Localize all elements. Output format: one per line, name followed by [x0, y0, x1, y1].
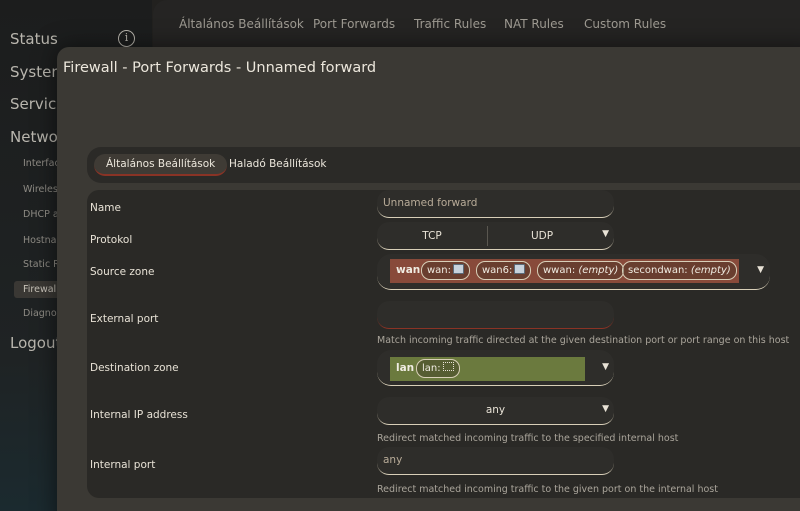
source-zone-badge: wan wan: wan6: wwan: (empty) secondwan: …: [390, 259, 739, 283]
name-label: Name: [90, 202, 121, 214]
destination-zone-name: lan: [396, 362, 415, 374]
device-icon: [514, 264, 526, 274]
source-zone-select[interactable]: wan wan: wan6: wwan: (empty) secondwan: …: [377, 254, 770, 290]
internal-port-hint: Redirect matched incoming traffic to the…: [377, 484, 718, 495]
chevron-down-icon: ▼: [602, 362, 609, 372]
tab-general[interactable]: Általános Beállítások: [179, 17, 304, 31]
port-forward-modal: Firewall - Port Forwards - Unnamed forwa…: [57, 47, 800, 511]
destination-zone-badge: lan lan:: [390, 357, 585, 381]
chevron-down-icon: ▼: [757, 265, 764, 275]
network-chip-secondwan: secondwan: (empty): [622, 261, 737, 280]
form-panel: Name Unnamed forward Protokol TCP UDP ▼ …: [87, 190, 800, 498]
tab-nat-rules[interactable]: NAT Rules: [504, 17, 564, 31]
destination-zone-label: Destination zone: [90, 362, 179, 374]
network-chip-wwan: wwan: (empty): [537, 261, 625, 280]
external-port-input[interactable]: [377, 301, 614, 329]
network-chip-wan: wan:: [421, 261, 471, 280]
network-icon: [442, 362, 454, 371]
internal-port-placeholder: any: [383, 454, 403, 466]
firewall-tab-bar: Általános Beállítások Port Forwards Traf…: [153, 0, 800, 48]
external-port-label: External port: [90, 313, 159, 325]
chevron-down-icon: ▼: [602, 229, 609, 239]
section-tab-general[interactable]: Általános Beállítások: [94, 154, 228, 176]
external-port-hint: Match incoming traffic directed at the g…: [377, 335, 790, 346]
info-icon[interactable]: i: [118, 30, 135, 47]
internal-port-input[interactable]: any: [377, 447, 614, 475]
tab-traffic-rules[interactable]: Traffic Rules: [414, 17, 486, 31]
internal-ip-select[interactable]: any ▼: [377, 397, 614, 425]
internal-ip-label: Internal IP address: [90, 409, 188, 421]
section-tab-advanced[interactable]: Haladó Beállítások: [217, 154, 338, 176]
protocol-option-udp[interactable]: UDP: [488, 230, 596, 242]
tab-custom-rules[interactable]: Custom Rules: [584, 17, 666, 31]
protocol-option-tcp[interactable]: TCP: [377, 230, 487, 242]
internal-port-label: Internal port: [90, 459, 156, 471]
destination-zone-select[interactable]: lan lan: ▼: [377, 350, 614, 386]
name-input[interactable]: Unnamed forward: [377, 190, 614, 218]
network-chip-wan6: wan6:: [476, 261, 532, 280]
modal-title: Firewall - Port Forwards - Unnamed forwa…: [63, 60, 377, 76]
section-tabs: Általános Beállítások Haladó Beállítások: [87, 147, 800, 183]
nav-logout[interactable]: Logout: [10, 334, 61, 352]
tab-port-forwards[interactable]: Port Forwards: [313, 17, 395, 31]
name-input-value: Unnamed forward: [383, 197, 478, 209]
network-chip-lan: lan:: [416, 359, 460, 378]
device-icon: [453, 264, 465, 274]
internal-ip-hint: Redirect matched incoming traffic to the…: [377, 433, 679, 444]
protocol-label: Protokol: [90, 234, 133, 246]
protocol-select[interactable]: TCP UDP ▼: [377, 222, 614, 250]
source-zone-name: wan: [396, 264, 421, 276]
chevron-down-icon: ▼: [602, 404, 609, 414]
nav-status[interactable]: Status: [10, 30, 58, 48]
source-zone-label: Source zone: [90, 266, 155, 278]
internal-ip-value: any: [485, 404, 506, 416]
